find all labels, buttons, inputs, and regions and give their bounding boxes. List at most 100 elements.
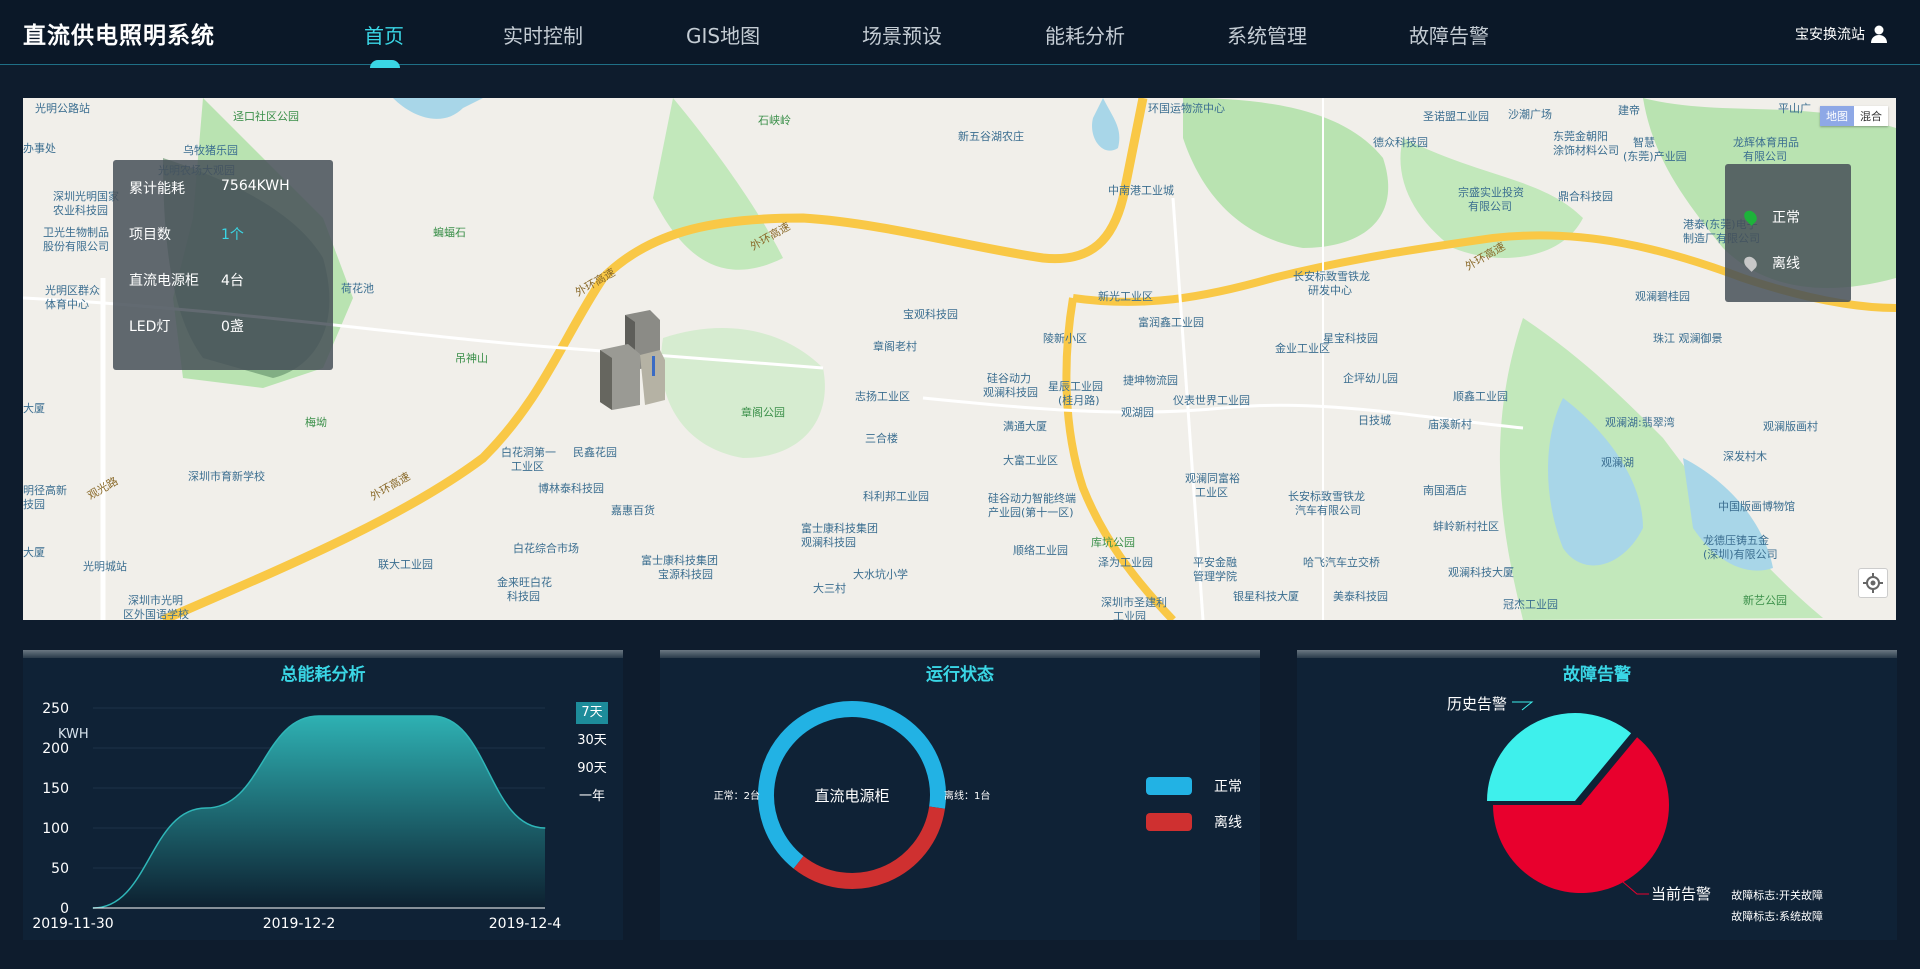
map-poi-label[interactable]: 深圳市育新学校: [188, 468, 265, 484]
map-poi-label[interactable]: 梅坳: [305, 414, 327, 430]
map-poi-label[interactable]: 工业区: [1195, 484, 1228, 500]
power-cabinet-marker[interactable]: [600, 310, 670, 410]
map-poi-label[interactable]: 章阁公园: [741, 404, 785, 420]
map-poi-label[interactable]: 白花综合市场: [513, 540, 579, 556]
map-poi-label[interactable]: 大水坑小学: [853, 566, 908, 582]
nav-energy-analysis[interactable]: 能耗分析: [1045, 20, 1125, 49]
locate-button[interactable]: [1858, 568, 1888, 598]
map-poi-label[interactable]: 平山广: [1778, 100, 1811, 116]
map-poi-label[interactable]: 观澜湖: [1601, 454, 1634, 470]
map-poi-label[interactable]: 技园: [23, 496, 45, 512]
map-poi-label[interactable]: 科技园: [507, 588, 540, 604]
nav-fault-alarm[interactable]: 故障告警: [1409, 20, 1489, 49]
range-30days-button[interactable]: 30天: [571, 730, 613, 758]
map-type-hybrid[interactable]: 混合: [1854, 106, 1888, 126]
map-poi-label[interactable]: 富润鑫工业园: [1138, 314, 1204, 330]
range-90days-button[interactable]: 90天: [571, 758, 613, 786]
map-poi-label[interactable]: 联大工业园: [378, 556, 433, 572]
map-poi-label[interactable]: 金业工业区: [1275, 340, 1330, 356]
map-poi-label[interactable]: 美泰科技园: [1333, 588, 1388, 604]
map-poi-label[interactable]: 蝙蝠石: [433, 224, 466, 240]
gis-map[interactable]: 光明公路站办事处迳口社区公园乌牧猪乐园光明农场大观园深圳光明国家农业科技园卫光生…: [23, 98, 1896, 620]
map-poi-label[interactable]: 光明城站: [83, 558, 127, 574]
map-poi-label[interactable]: 顺络工业园: [1013, 542, 1068, 558]
map-poi-label[interactable]: 日技城: [1358, 412, 1391, 428]
map-poi-label[interactable]: 沙潮广场: [1508, 106, 1552, 122]
map-poi-label[interactable]: (东莞)产业园: [1623, 148, 1687, 164]
map-poi-label[interactable]: 中南港工业城: [1108, 182, 1174, 198]
map-poi-label[interactable]: 满通大厦: [1003, 418, 1047, 434]
map-poi-label[interactable]: 涂饰材料公司: [1553, 142, 1619, 158]
map-poi-label[interactable]: 办事处: [23, 140, 56, 156]
map-poi-label[interactable]: 南国酒店: [1423, 482, 1467, 498]
map-poi-label[interactable]: 汽车有限公司: [1295, 502, 1361, 518]
nav-realtime-control[interactable]: 实时控制: [503, 20, 583, 49]
map-poi-label[interactable]: 管理学院: [1193, 568, 1237, 584]
map-poi-label[interactable]: 大三村: [813, 580, 846, 596]
map-poi-label[interactable]: 银星科技大厦: [1233, 588, 1299, 604]
map-poi-label[interactable]: 冠杰工业园: [1503, 596, 1558, 612]
map-poi-label[interactable]: 新艺公园: [1743, 592, 1787, 608]
map-poi-label[interactable]: 大富工业区: [1003, 452, 1058, 468]
map-poi-label[interactable]: 吊神山: [455, 350, 488, 366]
map-poi-label[interactable]: 哈飞汽车立交桥: [1303, 554, 1380, 570]
map-poi-label[interactable]: 观湖园: [1121, 404, 1154, 420]
map-poi-label[interactable]: 光明公路站: [35, 100, 90, 116]
map-poi-label[interactable]: 顺鑫工业园: [1453, 388, 1508, 404]
nav-system-management[interactable]: 系统管理: [1227, 20, 1307, 49]
map-poi-label[interactable]: 荷花池: [341, 280, 374, 296]
map-poi-label[interactable]: 环国运物流中心: [1148, 100, 1225, 116]
nav-gis-map[interactable]: GIS地图: [686, 20, 760, 49]
map-poi-label[interactable]: 德众科技园: [1373, 134, 1428, 150]
map-poi-label[interactable]: 工业园: [1113, 608, 1146, 620]
map-poi-label[interactable]: 圣诺盟工业园: [1423, 108, 1489, 124]
range-7days-button[interactable]: 7天: [571, 702, 613, 730]
map-poi-label[interactable]: 中国版画博物馆: [1718, 498, 1795, 514]
map-poi-label[interactable]: 新五谷湖农庄: [958, 128, 1024, 144]
map-poi-label[interactable]: 迳口社区公园: [233, 108, 299, 124]
status-legend-normal[interactable]: 正常: [1146, 768, 1242, 804]
map-poi-label[interactable]: 捷坤物流园: [1123, 372, 1178, 388]
map-poi-label[interactable]: 嘉惠百货: [611, 502, 655, 518]
map-poi-label[interactable]: 志扬工业区: [855, 388, 910, 404]
map-poi-label[interactable]: 星宝科技园: [1323, 330, 1378, 346]
map-poi-label[interactable]: 新光工业区: [1098, 288, 1153, 304]
map-poi-label[interactable]: 宝观科技园: [903, 306, 958, 322]
map-poi-label[interactable]: 区外国语学校: [123, 606, 189, 620]
map-poi-label[interactable]: 有限公司: [1468, 198, 1512, 214]
map-poi-label[interactable]: 乌牧猪乐园: [183, 142, 238, 158]
map-poi-label[interactable]: 观澜科技园: [983, 384, 1038, 400]
map-poi-label[interactable]: 章阁老村: [873, 338, 917, 354]
map-type-map[interactable]: 地图: [1820, 106, 1854, 126]
map-poi-label[interactable]: 建帝: [1618, 102, 1640, 118]
map-poi-label[interactable]: 产业园(第十一区): [988, 504, 1074, 520]
map-poi-label[interactable]: 仪表世界工业园: [1173, 392, 1250, 408]
map-poi-label[interactable]: 珠江 观澜御景: [1653, 330, 1723, 346]
map-poi-label[interactable]: 石峡岭: [758, 112, 791, 128]
map-poi-label[interactable]: 有限公司: [1743, 148, 1787, 164]
nav-home[interactable]: 首页: [364, 20, 404, 49]
map-poi-label[interactable]: 蚌岭新村社区: [1433, 518, 1499, 534]
range-1year-button[interactable]: 一年: [571, 786, 613, 814]
user-menu[interactable]: 宝安换流站: [1795, 24, 1887, 44]
map-poi-label[interactable]: 企坪幼儿园: [1343, 370, 1398, 386]
map-poi-label[interactable]: 深发村木: [1723, 448, 1767, 464]
map-poi-label[interactable]: 科利邦工业园: [863, 488, 929, 504]
map-poi-label[interactable]: 体育中心: [45, 296, 89, 312]
map-poi-label[interactable]: 陵新小区: [1043, 330, 1087, 346]
map-poi-label[interactable]: 观澜科技园: [801, 534, 856, 550]
map-poi-label[interactable]: 三合楼: [865, 430, 898, 446]
status-legend-offline[interactable]: 离线: [1146, 804, 1242, 840]
map-poi-label[interactable]: 泽为工业园: [1098, 554, 1153, 570]
map-poi-label[interactable]: 观澜碧桂园: [1635, 288, 1690, 304]
map-poi-label[interactable]: (桂月路): [1058, 392, 1100, 408]
map-poi-label[interactable]: 大厦: [23, 544, 45, 560]
map-poi-label[interactable]: 庙溪新村: [1428, 416, 1472, 432]
map-poi-label[interactable]: 鼎合科技园: [1558, 188, 1613, 204]
map-poi-label[interactable]: 观澜湖:翡翠湾: [1605, 414, 1675, 430]
map-poi-label[interactable]: 大厦: [23, 400, 45, 416]
map-poi-label[interactable]: 工业区: [511, 458, 544, 474]
map-poi-label[interactable]: 研发中心: [1308, 282, 1352, 298]
map-poi-label[interactable]: (深圳)有限公司: [1703, 546, 1778, 562]
map-poi-label[interactable]: 民鑫花园: [573, 444, 617, 460]
